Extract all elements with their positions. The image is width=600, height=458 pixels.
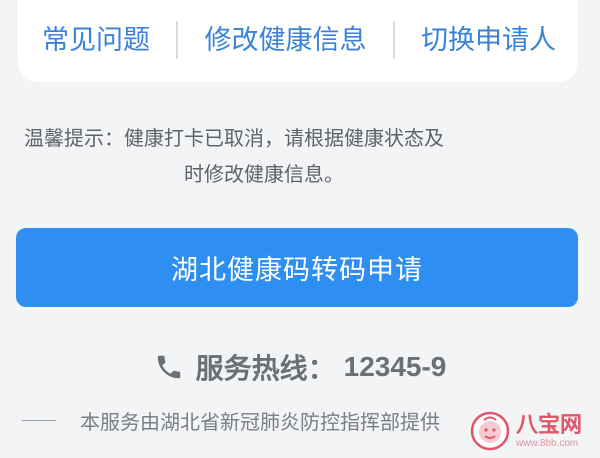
faq-link[interactable]: 常见问题 — [42, 17, 150, 54]
tip-line-2: 时修改健康信息。 — [184, 162, 344, 186]
divider — [392, 21, 395, 59]
edit-health-info-link[interactable]: 修改健康信息 — [205, 17, 367, 54]
watermark-text: 八宝网 www.8bb.com — [516, 411, 583, 449]
quick-links-card: 常见问题 修改健康信息 切换申请人 — [18, 0, 578, 82]
health-code-transfer-button-label: 湖北健康码转码申请 — [171, 255, 423, 286]
watermark-url: www.8bb.com — [516, 437, 579, 449]
watermark-logo-icon — [470, 411, 510, 451]
phone-icon — [154, 352, 184, 382]
tip-line-1: 温馨提示：健康打卡已取消，请根据健康状态及 — [24, 126, 444, 150]
warm-tip: 温馨提示：健康打卡已取消，请根据健康状态及 时修改健康信息。 — [24, 120, 569, 192]
watermark-name: 八宝网 — [516, 411, 583, 437]
hotline-number: 12345-9 — [343, 351, 447, 382]
page: 常见问题 修改健康信息 切换申请人 温馨提示：健康打卡已取消，请根据健康状态及 … — [0, 0, 600, 458]
switch-applicant-link[interactable]: 切换申请人 — [421, 17, 556, 54]
health-code-transfer-button[interactable]: 湖北健康码转码申请 — [16, 228, 578, 307]
watermark: 八宝网 www.8bb.com — [470, 408, 595, 454]
footer-text: 本服务由湖北省新冠肺炎防控指挥部提供 — [80, 409, 440, 434]
footer-rule — [22, 419, 56, 421]
divider — [176, 21, 179, 59]
hotline-label: 服务热线： — [195, 352, 336, 385]
service-hotline[interactable]: 服务热线： 12345-9 — [0, 345, 600, 389]
